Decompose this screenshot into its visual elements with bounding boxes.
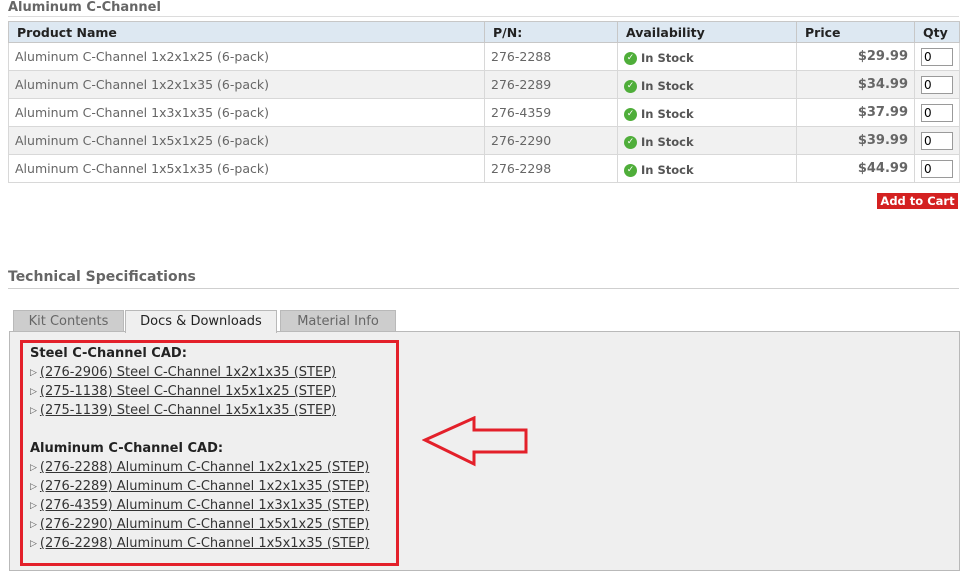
- col-header-product-name: Product Name: [8, 21, 485, 43]
- check-circle-icon: ✓: [624, 79, 637, 93]
- table-header-row: Product Name P/N: Availability Price Qty: [8, 21, 960, 43]
- product-name: Aluminum C-Channel 1x5x1x25 (6-pack): [8, 126, 485, 155]
- table-row: Aluminum C-Channel 1x3x1x35 (6-pack) 276…: [8, 98, 960, 127]
- availability-cell: ✓ In Stock: [617, 98, 797, 127]
- part-number: 276-4359: [484, 98, 618, 127]
- stock-status: In Stock: [641, 135, 694, 150]
- price: $44.99: [796, 154, 915, 183]
- col-header-price: Price: [796, 21, 915, 43]
- qty-input[interactable]: [921, 47, 953, 66]
- qty-input[interactable]: [921, 159, 953, 178]
- check-circle-icon: ✓: [624, 107, 637, 121]
- arrow-left-icon: [422, 416, 528, 467]
- tab-material-info[interactable]: Material Info: [280, 310, 396, 332]
- part-number: 276-2298: [484, 154, 618, 183]
- qty-cell: [914, 126, 960, 155]
- product-name: Aluminum C-Channel 1x2x1x35 (6-pack): [8, 70, 485, 99]
- check-circle-icon: ✓: [624, 51, 637, 65]
- part-number: 276-2289: [484, 70, 618, 99]
- tech-specs-divider: [8, 288, 959, 289]
- qty-cell: [914, 70, 960, 99]
- price: $29.99: [796, 42, 915, 71]
- qty-cell: [914, 42, 960, 71]
- availability-cell: ✓ In Stock: [617, 126, 797, 155]
- availability-cell: ✓ In Stock: [617, 42, 797, 71]
- annotation-highlight-box: [20, 340, 399, 566]
- col-header-qty: Qty: [914, 21, 960, 43]
- section-title: Aluminum C-Channel: [8, 0, 161, 15]
- price: $39.99: [796, 126, 915, 155]
- qty-input[interactable]: [921, 75, 953, 94]
- tech-specs-title: Technical Specifications: [8, 269, 196, 285]
- qty-input[interactable]: [921, 103, 953, 122]
- table-row: Aluminum C-Channel 1x2x1x35 (6-pack) 276…: [8, 70, 960, 99]
- stock-status: In Stock: [641, 79, 694, 94]
- product-name: Aluminum C-Channel 1x2x1x25 (6-pack): [8, 42, 485, 71]
- table-row: Aluminum C-Channel 1x5x1x25 (6-pack) 276…: [8, 126, 960, 155]
- qty-cell: [914, 154, 960, 183]
- check-circle-icon: ✓: [624, 163, 637, 177]
- price: $34.99: [796, 70, 915, 99]
- col-header-pn: P/N:: [484, 21, 618, 43]
- product-name: Aluminum C-Channel 1x3x1x35 (6-pack): [8, 98, 485, 127]
- table-row: Aluminum C-Channel 1x2x1x25 (6-pack) 276…: [8, 42, 960, 71]
- part-number: 276-2288: [484, 42, 618, 71]
- part-number: 276-2290: [484, 126, 618, 155]
- qty-input[interactable]: [921, 131, 953, 150]
- product-name: Aluminum C-Channel 1x5x1x35 (6-pack): [8, 154, 485, 183]
- stock-status: In Stock: [641, 51, 694, 66]
- tab-kit-contents[interactable]: Kit Contents: [13, 310, 124, 332]
- section-divider: [8, 16, 959, 17]
- check-circle-icon: ✓: [624, 135, 637, 149]
- qty-cell: [914, 98, 960, 127]
- add-to-cart-button[interactable]: Add to Cart: [877, 193, 958, 209]
- price: $37.99: [796, 98, 915, 127]
- availability-cell: ✓ In Stock: [617, 70, 797, 99]
- stock-status: In Stock: [641, 163, 694, 178]
- availability-cell: ✓ In Stock: [617, 154, 797, 183]
- tab-docs-downloads[interactable]: Docs & Downloads: [125, 310, 277, 333]
- table-row: Aluminum C-Channel 1x5x1x35 (6-pack) 276…: [8, 154, 960, 183]
- products-table: Product Name P/N: Availability Price Qty…: [8, 21, 960, 183]
- stock-status: In Stock: [641, 107, 694, 122]
- col-header-availability: Availability: [617, 21, 797, 43]
